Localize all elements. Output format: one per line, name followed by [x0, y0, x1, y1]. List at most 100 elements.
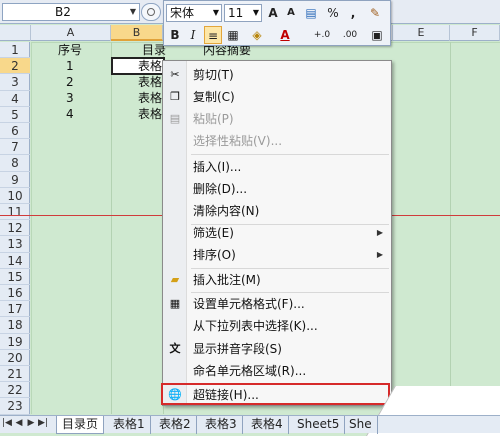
row-header[interactable]: 18 — [0, 317, 30, 334]
row-header[interactable]: 13 — [0, 236, 30, 253]
borders-icon[interactable]: ▦ — [224, 26, 242, 44]
grow-font-button[interactable]: A — [264, 4, 282, 22]
row-header[interactable]: 8 — [0, 155, 30, 172]
row-header[interactable]: 17 — [0, 301, 30, 318]
currency-format-icon[interactable]: ▤ — [302, 4, 320, 22]
cell-a3[interactable]: 2 — [66, 74, 74, 90]
font-size-field[interactable]: 11 ▼ — [224, 4, 262, 22]
font-color-button[interactable]: A — [276, 26, 294, 44]
column-header-f[interactable]: F — [450, 25, 500, 41]
font-name-value: 宋体 — [170, 6, 195, 20]
column-header-e[interactable]: E — [392, 25, 450, 41]
zoom-icon[interactable] — [141, 3, 161, 21]
percent-button[interactable]: % — [324, 4, 342, 22]
row-header[interactable]: 6 — [0, 123, 30, 140]
menu-item-format-cells[interactable]: ▦ 设置单元格格式(F)... — [163, 293, 391, 315]
row-header[interactable]: 10 — [0, 188, 30, 204]
menu-item-copy[interactable]: ❐ 复制(C) — [163, 86, 391, 108]
phonetic-icon: 文 — [169, 342, 181, 355]
tab-sheet-2[interactable]: 表格1 — [108, 416, 151, 434]
row-header[interactable]: 9 — [0, 172, 30, 188]
cell-a5[interactable]: 4 — [66, 106, 74, 122]
tab-sheet-7[interactable]: She — [344, 416, 378, 434]
next-sheet-icon[interactable]: ▶ — [26, 418, 36, 428]
menu-item-filter[interactable]: 筛选(E) ▶ — [163, 222, 391, 244]
increase-decimal-button[interactable]: +.0 — [308, 26, 336, 44]
tab-sheet-4[interactable]: 表格3 — [200, 416, 243, 434]
menu-item-label: 命名单元格区域(R)... — [193, 364, 307, 378]
row-header[interactable]: 19 — [0, 334, 30, 350]
menu-item-label: 粘贴(P) — [193, 112, 234, 126]
row-header[interactable]: 1 — [0, 42, 30, 59]
chevron-down-icon[interactable]: ▼ — [213, 5, 219, 21]
menu-item-insert-comment[interactable]: ▰ 插入批注(M) — [163, 269, 391, 291]
menu-item-label: 复制(C) — [193, 90, 235, 104]
menu-item-label: 清除内容(N) — [193, 204, 260, 218]
column-divider — [111, 42, 112, 414]
comma-button[interactable]: , — [344, 4, 362, 22]
row-header[interactable]: 12 — [0, 220, 30, 237]
bold-button[interactable]: B — [166, 26, 184, 44]
cell-a2[interactable]: 1 — [66, 58, 74, 74]
prev-sheet-icon[interactable]: ◀ — [14, 418, 24, 428]
first-sheet-icon[interactable]: |◀ — [2, 418, 12, 428]
row-header[interactable]: 2 — [0, 58, 30, 75]
font-name-field[interactable]: 宋体 ▼ — [166, 4, 222, 22]
row-header[interactable]: 21 — [0, 366, 30, 383]
row-header[interactable]: 14 — [0, 253, 30, 269]
cell-b3[interactable]: 表格 — [138, 74, 162, 90]
format-cells-icon: ▦ — [169, 297, 181, 310]
copy-icon: ❐ — [170, 90, 180, 103]
menu-item-cut[interactable]: ✂ 剪切(T) — [163, 64, 391, 86]
row-header[interactable]: 3 — [0, 74, 30, 91]
cell-a4[interactable]: 3 — [66, 90, 74, 106]
menu-item-phonetic[interactable]: 文 显示拼音字段(S) — [163, 338, 391, 360]
menu-item-label: 排序(O) — [193, 248, 236, 262]
row-header[interactable]: 23 — [0, 398, 30, 415]
last-sheet-icon[interactable]: ▶| — [38, 418, 48, 428]
row-header[interactable]: 16 — [0, 285, 30, 302]
menu-item-paste[interactable]: ▤ 粘贴(P) — [163, 108, 391, 130]
menu-item-label: 设置单元格格式(F)... — [193, 297, 305, 311]
context-menu: ✂ 剪切(T) ❐ 复制(C) ▤ 粘贴(P) 选择性粘贴(V)... 插入(I… — [162, 60, 392, 406]
chevron-down-icon[interactable]: ▼ — [130, 4, 136, 20]
shrink-font-button[interactable]: A — [282, 4, 300, 22]
menu-item-sort[interactable]: 排序(O) ▶ — [163, 244, 391, 266]
merge-cells-icon[interactable]: ▣ — [368, 26, 386, 44]
column-header-a[interactable]: A — [31, 25, 111, 41]
italic-button[interactable]: I — [184, 26, 202, 44]
align-center-icon[interactable]: ≡ — [204, 26, 222, 44]
name-box[interactable]: B2 ▼ — [2, 3, 140, 21]
menu-item-clear[interactable]: 清除内容(N) — [163, 200, 391, 222]
tab-sheet-5[interactable]: 表格4 — [246, 416, 289, 434]
row-header[interactable]: 4 — [0, 91, 30, 107]
row-header[interactable]: 20 — [0, 350, 30, 366]
tab-sheet-6[interactable]: Sheet5 — [292, 416, 346, 434]
comment-icon: ▰ — [170, 273, 180, 286]
column-header-b[interactable]: B — [111, 25, 163, 41]
menu-item-delete[interactable]: 删除(D)... — [163, 178, 391, 200]
menu-item-paste-special[interactable]: 选择性粘贴(V)... — [163, 130, 391, 152]
tab-sheet-1[interactable]: 目录页 — [56, 416, 105, 434]
row-header[interactable]: 22 — [0, 382, 30, 399]
menu-item-label: 选择性粘贴(V)... — [193, 134, 283, 148]
row-header[interactable]: 5 — [0, 107, 30, 123]
row-header[interactable]: 7 — [0, 139, 30, 156]
cell-a1[interactable]: 序号 — [58, 42, 82, 58]
select-all-corner[interactable] — [0, 25, 31, 41]
cell-b4[interactable]: 表格 — [138, 90, 162, 106]
cell-b2[interactable]: 表格 — [138, 58, 162, 74]
menu-separator — [191, 154, 389, 155]
row-header[interactable]: 11 — [0, 204, 30, 221]
chevron-down-icon[interactable]: ▼ — [253, 5, 259, 21]
menu-item-insert[interactable]: 插入(I)... — [163, 156, 391, 178]
fill-color-icon[interactable]: ◈ — [248, 26, 266, 44]
tab-sheet-3[interactable]: 表格2 — [154, 416, 197, 434]
menu-item-define-name[interactable]: 命名单元格区域(R)... — [163, 360, 391, 382]
format-painter-icon[interactable]: ✎ — [366, 4, 384, 22]
menu-item-pick-list[interactable]: 从下拉列表中选择(K)... — [163, 315, 391, 337]
cell-b5[interactable]: 表格 — [138, 106, 162, 122]
row-header[interactable]: 15 — [0, 269, 30, 285]
decrease-decimal-button[interactable]: .00 — [336, 26, 364, 44]
menu-item-label: 插入(I)... — [193, 160, 242, 174]
